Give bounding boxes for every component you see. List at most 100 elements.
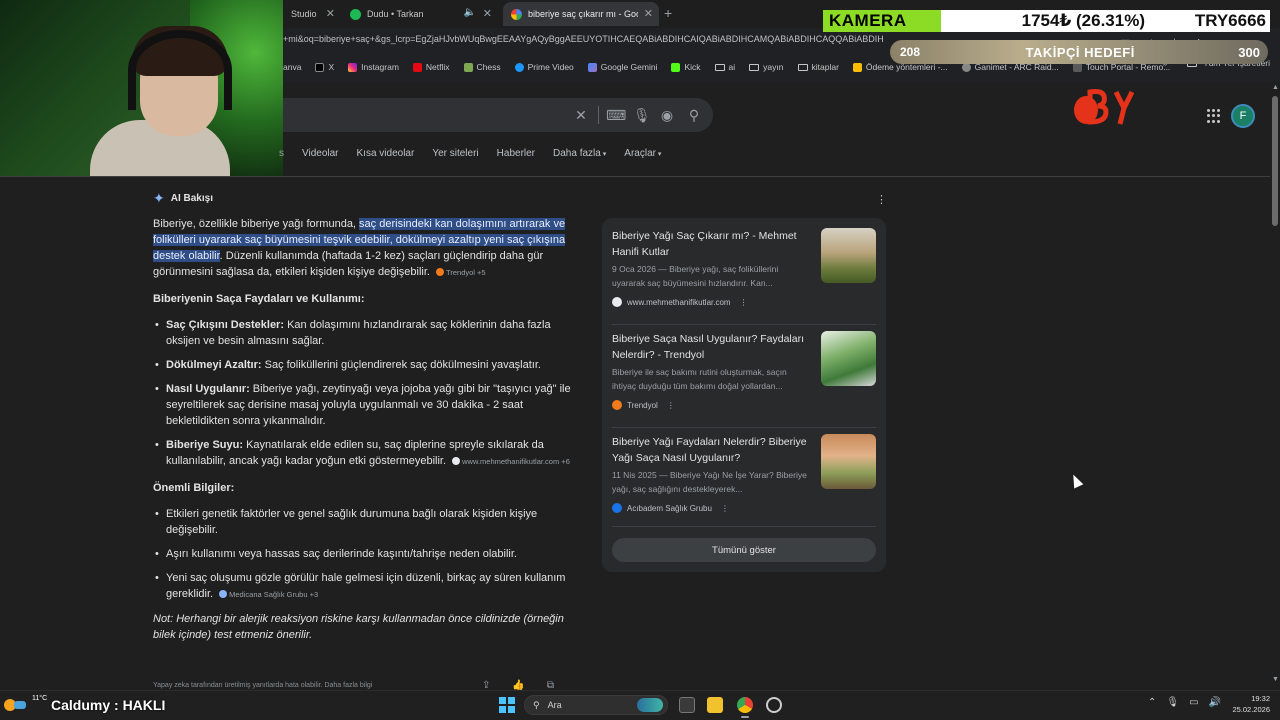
scroll-thumb[interactable]	[1272, 96, 1278, 226]
list-item: Aşırı kullanımı veya hassas saç derileri…	[153, 546, 573, 562]
trendyol-icon	[612, 400, 622, 410]
source-thumbnail	[821, 331, 876, 386]
bookmark-item[interactable]: Google Gemini	[587, 62, 657, 72]
system-tray: ⌃ 🎙 ▭ 🔊	[1148, 697, 1221, 708]
show-all-button[interactable]: Tümünü göster	[612, 538, 876, 562]
divider	[612, 324, 876, 325]
source-chip[interactable]: Medicana Sağlık Grubu +3	[219, 590, 318, 599]
ticker-price: 1754₺ (26.31%)	[1021, 11, 1145, 30]
more-options-icon[interactable]: ⋮	[876, 193, 887, 206]
source-site[interactable]: www.mehmethanifikutlar.com ⋮	[612, 297, 748, 307]
tray-overflow-icon[interactable]: ⌃	[1148, 697, 1156, 708]
source-thumbnail	[821, 228, 876, 283]
display-icon[interactable]: ▭	[1189, 697, 1198, 708]
source-site[interactable]: Trendyol ⋮	[612, 400, 675, 410]
lens-icon[interactable]: ◉	[659, 107, 675, 123]
close-tab-icon[interactable]: ✕	[326, 7, 335, 20]
new-tab-icon[interactable]: +	[664, 5, 672, 21]
scroll-down-icon[interactable]: ▼	[1272, 676, 1279, 683]
kick-icon	[671, 62, 681, 72]
audio-icon[interactable]: 🔈	[464, 7, 476, 18]
search-icon[interactable]: ⚲	[686, 107, 702, 123]
goal-title: TAKİPÇİ HEDEFİ	[1025, 44, 1135, 60]
x-icon	[315, 62, 325, 72]
bookmark-item[interactable]: Netflix	[412, 62, 450, 72]
source-chip[interactable]: www.mehmethanifikutlar.com +6	[452, 457, 570, 466]
ai-overview-body: Biberiye, özellikle biberiye yağı formun…	[153, 216, 573, 653]
source-chip[interactable]: Trendyol +5	[436, 268, 486, 277]
more-options-icon[interactable]: ⋮	[721, 504, 729, 513]
task-view-icon[interactable]	[679, 697, 695, 713]
chess-icon	[463, 62, 473, 72]
tab-label: Dudu • Tarkan	[367, 9, 424, 19]
clock[interactable]: 19:32 25.02.2026	[1224, 693, 1270, 715]
folder-icon	[797, 63, 808, 71]
source-title[interactable]: Biberiye Yağı Saç Çıkarır mı? - Mehmet H…	[612, 228, 812, 260]
taskbar-search[interactable]: ⚲ Ara	[524, 695, 668, 715]
source-card[interactable]: Biberiye Yağı Saç Çıkarır mı? - Mehmet H…	[612, 228, 876, 318]
source-card[interactable]: Biberiye Yağı Faydaları Nelerdir? Biberi…	[612, 434, 876, 524]
file-explorer-icon[interactable]	[707, 697, 723, 713]
header-divider	[0, 176, 1280, 177]
tab-google-search[interactable]: biberiye saç çıkarır mı - Google ✕	[503, 2, 659, 26]
divider	[612, 526, 876, 527]
divider	[612, 427, 876, 428]
clear-icon[interactable]: ✕	[573, 107, 589, 123]
filter-tab-news[interactable]: Haberler	[497, 148, 535, 162]
close-tab-icon[interactable]: ✕	[483, 7, 492, 20]
medicana-icon	[219, 590, 228, 598]
bookmark-folder[interactable]: yayın	[749, 62, 784, 72]
bookmark-item[interactable]: anva	[283, 62, 301, 72]
source-title[interactable]: Biberiye Saça Nasıl Uygulanır? Faydaları…	[612, 331, 812, 363]
channel-name-overlay: 11°C Caldumy : HAKLI	[0, 694, 165, 716]
windows-start-icon[interactable]	[499, 697, 515, 713]
folder-icon	[714, 63, 725, 71]
filter-tab-tools[interactable]: Araçlar	[624, 148, 661, 162]
source-card[interactable]: Biberiye Saça Nasıl Uygulanır? Faydaları…	[612, 331, 876, 421]
address-bar[interactable]: +mi&oq=biberiye+saç+&gs_lcrp=EgZjaHJvbWU…	[283, 34, 883, 52]
ai-intro: Biberiye, özellikle biberiye yağı formun…	[153, 218, 566, 278]
mouse-cursor-icon	[1068, 472, 1084, 489]
filter-tab-short-videos[interactable]: Kısa videolar	[357, 148, 415, 162]
webcam-overlay	[0, 0, 283, 176]
list-item: Saç Çıkışını Destekler: Kan dolaşımını h…	[153, 317, 573, 349]
obs-icon[interactable]	[766, 697, 782, 713]
bookmark-item[interactable]: Chess	[463, 62, 501, 72]
keyboard-icon[interactable]: ⌨	[606, 107, 626, 123]
avatar[interactable]: F	[1231, 104, 1255, 128]
microphone-icon[interactable]: 🎙	[633, 107, 651, 123]
scrollbar[interactable]: ▲ ▼	[1270, 82, 1280, 690]
filter-tab-more[interactable]: Daha fazla	[553, 148, 606, 162]
bookmark-folder[interactable]: ai	[714, 62, 735, 72]
search-filter-tabs: s Videolar Kısa videolar Yer siteleri Ha…	[279, 148, 661, 162]
filter-tab-places[interactable]: Yer siteleri	[432, 148, 478, 162]
list-item: Yeni saç oluşumu gözle görülür hale gelm…	[153, 570, 573, 603]
close-tab-icon[interactable]: ✕	[644, 7, 653, 20]
microphone-icon[interactable]: 🎙	[1166, 697, 1179, 708]
volume-icon[interactable]: 🔊	[1209, 697, 1221, 708]
filter-tab-partial[interactable]: s	[279, 148, 284, 162]
search-icon: ⚲	[533, 699, 540, 710]
source-snippet: Biberiye ile saç bakımı rutini oluşturma…	[612, 367, 787, 391]
bookmark-item[interactable]: Instagram	[348, 62, 399, 72]
scroll-up-icon[interactable]: ▲	[1272, 84, 1279, 91]
divider	[598, 106, 599, 124]
tab-spotify[interactable]: Dudu • Tarkan 🔈 ✕	[342, 2, 498, 26]
more-options-icon[interactable]: ⋮	[740, 298, 748, 307]
bookmark-folder[interactable]: kitaplar	[797, 62, 839, 72]
chrome-icon[interactable]	[737, 697, 753, 713]
source-site[interactable]: Acıbadem Sağlık Grubu ⋮	[612, 503, 729, 513]
folder-icon	[749, 63, 760, 71]
search-box[interactable]: ✕ ⌨ 🎙 ◉ ⚲	[283, 98, 713, 132]
bookmark-item[interactable]: X	[315, 62, 334, 72]
weather-temp: 11°C	[32, 695, 48, 702]
channel-name: Caldumy : HAKLI	[51, 697, 166, 713]
source-title[interactable]: Biberiye Yağı Faydaları Nelerdir? Biberi…	[612, 434, 812, 466]
bookmark-item[interactable]: Kick	[671, 62, 701, 72]
tab-studio[interactable]: Studio ✕	[283, 2, 341, 26]
goal-current: 208	[899, 45, 921, 59]
filter-tab-videos[interactable]: Videolar	[302, 148, 339, 162]
more-options-icon[interactable]: ⋮	[667, 401, 675, 410]
google-apps-icon[interactable]	[1207, 109, 1221, 123]
bookmark-item[interactable]: Prime Video	[514, 62, 574, 72]
